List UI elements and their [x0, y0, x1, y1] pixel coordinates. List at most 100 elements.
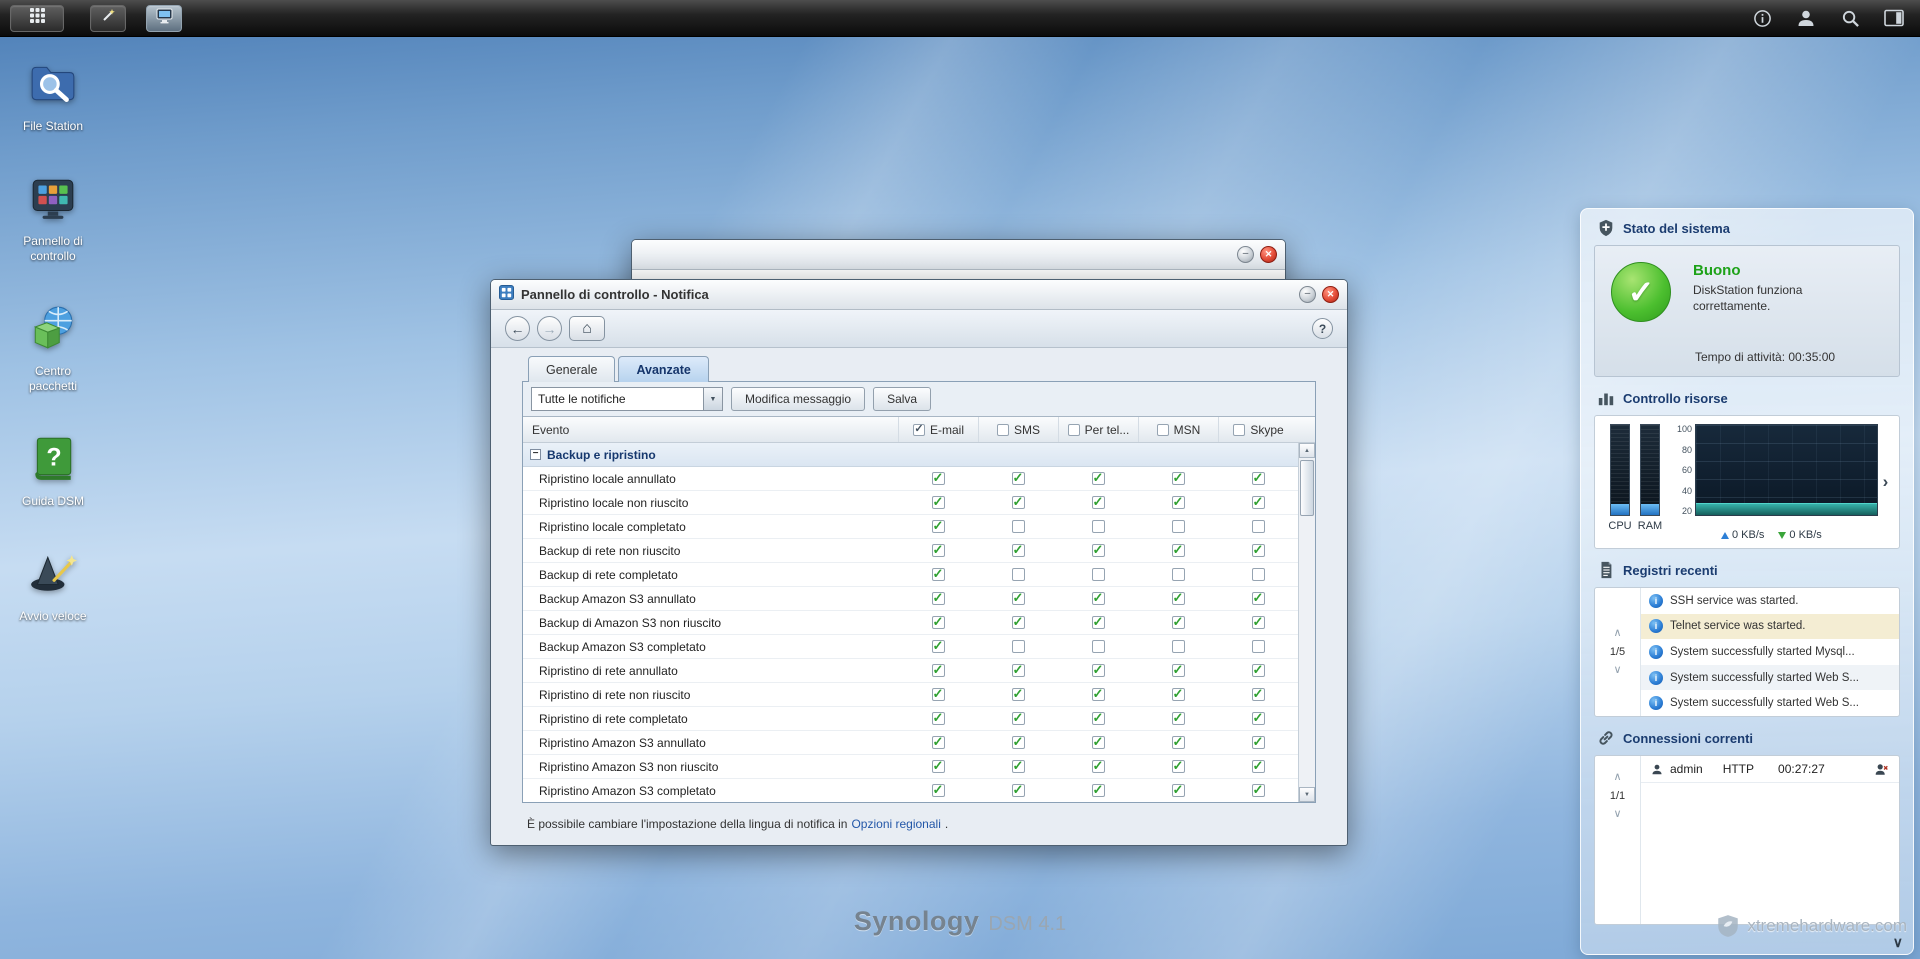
table-row[interactable]: Ripristino locale annullato	[523, 467, 1298, 491]
table-row[interactable]: Ripristino di rete non riuscito	[523, 683, 1298, 707]
table-row[interactable]: Ripristino locale completato	[523, 515, 1298, 539]
table-scrollbar[interactable]	[1298, 443, 1315, 802]
checkbox[interactable]	[1012, 568, 1025, 581]
minimize-button[interactable]	[1299, 286, 1316, 303]
checkbox[interactable]	[1252, 616, 1265, 629]
forward-button[interactable]	[537, 316, 562, 341]
checkbox[interactable]	[1172, 544, 1185, 557]
save-button[interactable]: Salva	[873, 387, 931, 411]
checkbox[interactable]	[1172, 736, 1185, 749]
checkbox[interactable]	[1252, 472, 1265, 485]
checkbox[interactable]	[1012, 496, 1025, 509]
info-icon[interactable]	[1750, 6, 1774, 30]
tab-avanzate[interactable]: Avanzate	[618, 356, 708, 382]
checkbox[interactable]	[1252, 496, 1265, 509]
home-button[interactable]	[569, 316, 605, 341]
scroll-down-arrow[interactable]	[1299, 787, 1315, 802]
tab-generale[interactable]: Generale	[528, 356, 615, 382]
checkbox[interactable]	[1252, 664, 1265, 677]
connection-row[interactable]: admin HTTP 00:27:27	[1641, 756, 1899, 783]
scrollbar-thumb[interactable]	[1300, 460, 1314, 516]
checkbox[interactable]	[1172, 784, 1185, 797]
checkbox[interactable]	[1172, 664, 1185, 677]
checkbox[interactable]	[932, 760, 945, 773]
checkbox[interactable]	[932, 472, 945, 485]
checkbox[interactable]	[1252, 784, 1265, 797]
column-checkbox[interactable]	[1157, 424, 1169, 436]
checkbox[interactable]	[1172, 592, 1185, 605]
table-row[interactable]: Backup di rete non riuscito	[523, 539, 1298, 563]
expand-chevron-icon[interactable]	[1878, 424, 1893, 540]
storage-manager-titlebar[interactable]	[632, 240, 1285, 270]
checkbox[interactable]	[1172, 496, 1185, 509]
desktop-icon-control-panel[interactable]: Pannello di controllo	[10, 173, 96, 263]
checkbox[interactable]	[1092, 520, 1105, 533]
user-icon[interactable]	[1794, 6, 1818, 30]
checkbox[interactable]	[1012, 616, 1025, 629]
checkbox[interactable]	[932, 640, 945, 653]
column-checkbox[interactable]	[997, 424, 1009, 436]
table-row[interactable]: Backup Amazon S3 annullato	[523, 587, 1298, 611]
checkbox[interactable]	[1172, 760, 1185, 773]
column-checkbox[interactable]	[1233, 424, 1245, 436]
checkbox[interactable]	[1092, 616, 1105, 629]
checkbox[interactable]	[1252, 688, 1265, 701]
checkbox[interactable]	[1092, 592, 1105, 605]
checkbox[interactable]	[1252, 592, 1265, 605]
checkbox[interactable]	[1172, 520, 1185, 533]
checkbox[interactable]	[1012, 688, 1025, 701]
log-entry[interactable]: System successfully started Mysql...	[1641, 639, 1899, 665]
checkbox[interactable]	[932, 736, 945, 749]
table-row[interactable]: Ripristino di rete annullato	[523, 659, 1298, 683]
table-row[interactable]: Ripristino Amazon S3 annullato	[523, 731, 1298, 755]
desktop-icon-dsm-help[interactable]: ? Guida DSM	[10, 433, 96, 508]
checkbox[interactable]	[1092, 784, 1105, 797]
checkbox[interactable]	[932, 592, 945, 605]
log-entry[interactable]: SSH service was started.	[1641, 588, 1899, 614]
checkbox[interactable]	[1012, 712, 1025, 725]
log-entry[interactable]: System successfully started Web S...	[1641, 690, 1899, 716]
checkbox[interactable]	[1092, 544, 1105, 557]
checkbox[interactable]	[1012, 544, 1025, 557]
table-row[interactable]: Backup di rete completato	[523, 563, 1298, 587]
taskbar-app-storage-manager[interactable]	[146, 5, 182, 32]
checkbox[interactable]	[1092, 712, 1105, 725]
table-row[interactable]: Backup di Amazon S3 non riuscito	[523, 611, 1298, 635]
table-row[interactable]: Backup Amazon S3 completato	[523, 635, 1298, 659]
log-entry[interactable]: Telnet service was started.	[1641, 614, 1899, 640]
column-per-tel[interactable]: Per tel...	[1058, 417, 1138, 442]
checkbox[interactable]	[932, 496, 945, 509]
checkbox[interactable]	[932, 664, 945, 677]
pilot-view-icon[interactable]	[1882, 6, 1906, 30]
checkbox[interactable]	[1012, 760, 1025, 773]
checkbox[interactable]	[1012, 784, 1025, 797]
page-up-icon[interactable]	[1613, 772, 1621, 783]
desktop-icon-quick-start[interactable]: Avvio veloce	[10, 548, 96, 623]
checkbox[interactable]	[1092, 472, 1105, 485]
notification-titlebar[interactable]: Pannello di controllo - Notifica	[491, 280, 1347, 310]
checkbox[interactable]	[1172, 688, 1185, 701]
disconnect-user-icon[interactable]	[1874, 763, 1889, 776]
checkbox[interactable]	[1012, 592, 1025, 605]
checkbox[interactable]	[1012, 640, 1025, 653]
edit-message-button[interactable]: Modifica messaggio	[731, 387, 865, 411]
checkbox[interactable]	[1092, 688, 1105, 701]
column-skype[interactable]: Skype	[1218, 417, 1298, 442]
checkbox[interactable]	[932, 688, 945, 701]
checkbox[interactable]	[1172, 472, 1185, 485]
checkbox[interactable]	[1252, 760, 1265, 773]
checkbox[interactable]	[1172, 568, 1185, 581]
table-row[interactable]: Ripristino locale non riuscito	[523, 491, 1298, 515]
checkbox[interactable]	[932, 616, 945, 629]
log-entry[interactable]: System successfully started Web S...	[1641, 665, 1899, 691]
checkbox[interactable]	[932, 712, 945, 725]
close-button[interactable]	[1260, 246, 1277, 263]
checkbox[interactable]	[932, 568, 945, 581]
checkbox[interactable]	[1092, 496, 1105, 509]
checkbox[interactable]	[1092, 736, 1105, 749]
checkbox[interactable]	[1172, 640, 1185, 653]
checkbox[interactable]	[1092, 664, 1105, 677]
notification-filter-select[interactable]: Tutte le notifiche	[531, 387, 723, 411]
checkbox[interactable]	[1092, 760, 1105, 773]
checkbox[interactable]	[1012, 664, 1025, 677]
